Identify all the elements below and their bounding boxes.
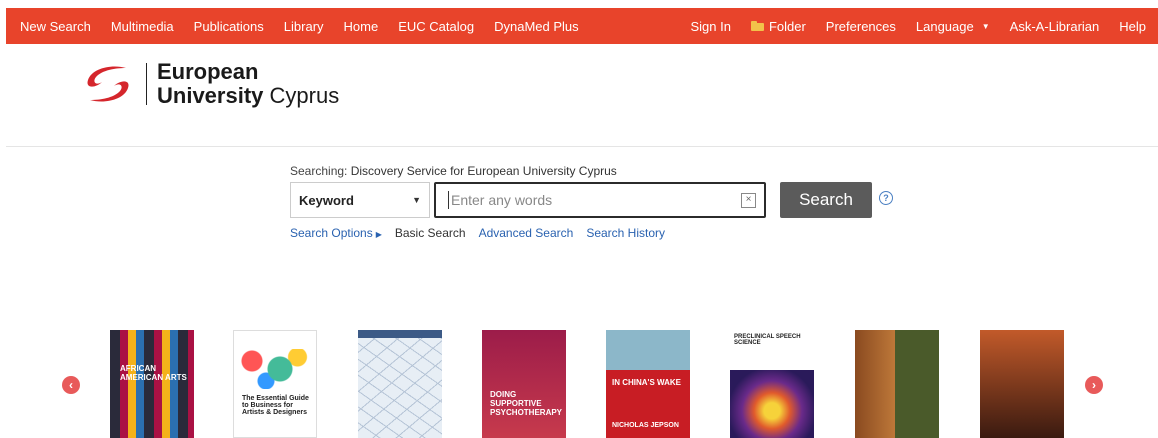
clear-icon[interactable]: × <box>741 193 756 208</box>
book-title: AFRICAN AMERICAN ARTS <box>120 364 187 382</box>
search-button[interactable]: Search <box>780 182 872 218</box>
triangle-right-icon: ▶ <box>375 230 382 239</box>
search-options-link[interactable]: Search Options ▶ <box>290 226 382 240</box>
book-cover[interactable] <box>980 330 1064 438</box>
text-cursor <box>448 191 449 209</box>
nav-dynamed-plus[interactable]: DynaMed Plus <box>494 19 579 34</box>
searching-label: Searching: Discovery Service for Europea… <box>290 164 617 178</box>
folder-label: Folder <box>768 18 806 34</box>
university-logo[interactable]: European University Cyprus <box>82 60 339 108</box>
preferences-link[interactable]: Preferences <box>826 19 896 34</box>
search-field-value: Keyword <box>299 192 354 208</box>
book-author: NICHOLAS JEPSON <box>612 422 679 429</box>
advanced-search-link[interactable]: Advanced Search <box>479 226 574 240</box>
folder-icon <box>750 21 764 31</box>
ask-a-librarian-link[interactable]: Ask-A-Librarian <box>1010 19 1100 34</box>
search-target: Discovery Service for European Universit… <box>350 164 617 178</box>
book-cover[interactable]: AFRICAN AMERICAN ARTS <box>110 330 194 438</box>
nav-home[interactable]: Home <box>344 19 379 34</box>
nav-new-search[interactable]: New Search <box>20 19 91 34</box>
header-divider <box>6 146 1158 147</box>
help-link[interactable]: Help <box>1119 19 1146 34</box>
search-field-select[interactable]: Keyword ▼ <box>290 182 430 218</box>
book-title: DOING SUPPORTIVE PSYCHOTHERAPY <box>490 390 563 417</box>
search-input[interactable]: Enter any words × <box>434 182 766 218</box>
book-title: IN CHINA'S WAKE <box>612 378 682 387</box>
search-history-link[interactable]: Search History <box>586 226 665 240</box>
help-icon[interactable]: ? <box>879 191 893 205</box>
book-cover[interactable]: PRECLINICAL SPEECH SCIENCE <box>730 330 814 438</box>
language-label: Language <box>915 18 974 34</box>
folder-link[interactable]: Folder <box>750 18 806 34</box>
chevron-down-icon: ▼ <box>412 195 421 205</box>
nav-publications[interactable]: Publications <box>194 19 264 34</box>
search-links: Search Options ▶ Basic Search Advanced Se… <box>290 226 665 240</box>
book-cover[interactable] <box>855 330 939 438</box>
book-cover[interactable]: DOING SUPPORTIVE PSYCHOTHERAPY <box>482 330 566 438</box>
nav-euc-catalog[interactable]: EUC Catalog <box>398 19 474 34</box>
euc-logo-icon <box>87 66 129 102</box>
sign-in-link[interactable]: Sign In <box>690 19 730 34</box>
chevron-down-icon: ▼ <box>981 21 990 31</box>
carousel-prev-button[interactable]: ‹ <box>62 376 80 394</box>
basic-search-link[interactable]: Basic Search <box>395 226 466 240</box>
logo-divider <box>146 63 147 105</box>
book-cover[interactable]: IN CHINA'S WAKE NICHOLAS JEPSON <box>606 330 690 438</box>
nav-library[interactable]: Library <box>284 19 324 34</box>
search-placeholder: Enter any words <box>451 192 553 208</box>
book-cover[interactable]: The Essential Guide to Business for Arti… <box>233 330 317 438</box>
book-title: PRECLINICAL SPEECH SCIENCE <box>734 334 801 346</box>
carousel-next-button[interactable]: › <box>1085 376 1103 394</box>
book-title: The Essential Guide to Business for Arti… <box>242 395 309 416</box>
logo-text: European University Cyprus <box>157 59 340 108</box>
top-nav-bar: New Search Multimedia Publications Libra… <box>6 8 1158 44</box>
language-menu[interactable]: Language ▼ <box>916 19 990 34</box>
nav-multimedia[interactable]: Multimedia <box>111 19 174 34</box>
book-cover[interactable] <box>358 330 442 438</box>
